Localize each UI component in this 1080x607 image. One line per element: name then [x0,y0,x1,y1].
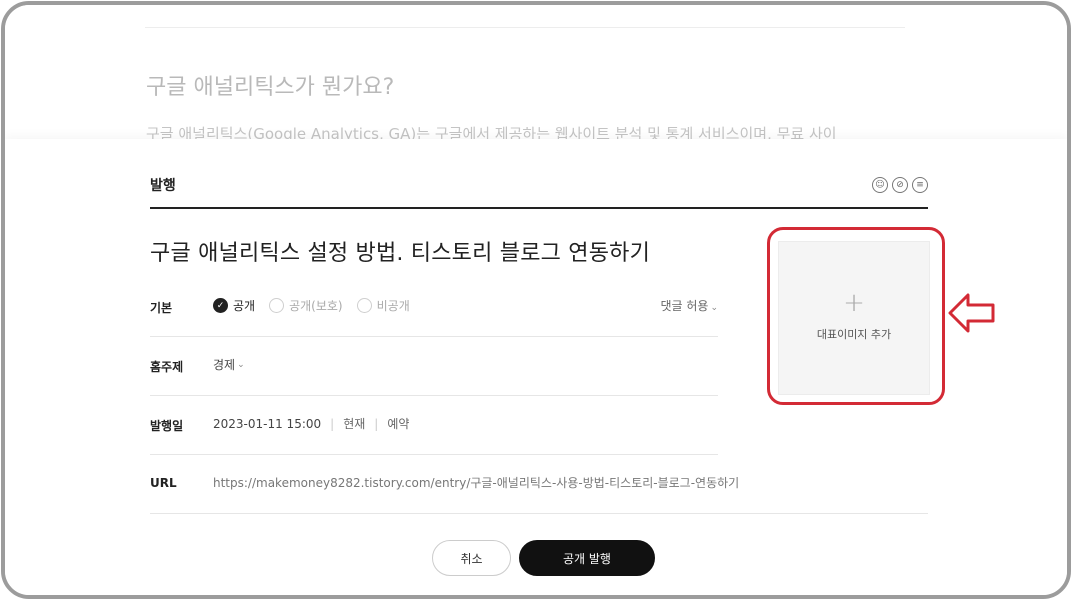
publish-date-content: 2023-01-11 15:00 | 현재 | 예약 [213,415,409,432]
radio-public[interactable]: ✓ 공개 [213,297,255,314]
comment-setting-label: 댓글 허용 [660,299,709,313]
arrow-left-icon [948,293,995,333]
header-icons: ☺ ⊘ ≡ [872,177,928,193]
schedule-button[interactable]: 예약 [387,415,409,432]
publish-date-label: 발행일 [150,419,184,433]
radio-circle-icon [356,298,372,313]
radio-private-label: 비공개 [376,299,410,313]
publish-button[interactable]: 공개 발행 [519,540,655,576]
highlight-box [767,227,945,405]
chevron-down-icon: ⌄ [710,303,718,313]
chevron-down-icon: ⌄ [237,359,245,370]
no-ads-icon[interactable]: ⊘ [892,177,908,193]
visibility-options: ✓ 공개 공개(보호) 비공개 [213,297,424,314]
category-label: 홈주제 [150,360,184,374]
visibility-row: 기본 ✓ 공개 공개(보호) 비공개 댓글 허용 ⌄ [150,278,718,337]
check-icon: ✓ [213,298,228,313]
post-title: 구글 애널리틱스 설정 방법. 티스토리 블로그 연동하기 [150,241,651,266]
category-value: 경제 [213,358,236,372]
radio-circle-icon [269,298,285,313]
category-row: 홈주제 경제 ⌄ [150,337,718,396]
radio-protected[interactable]: 공개(보호) [269,297,343,314]
comment-setting-dropdown[interactable]: 댓글 허용 ⌄ [660,297,718,314]
divider: | [374,416,379,431]
radio-private[interactable]: 비공개 [356,297,410,314]
url-value: https://makemoney8282.tistory.com/entry/… [213,476,740,490]
publish-date-row: 발행일 2023-01-11 15:00 | 현재 | 예약 [150,396,718,455]
screenshot-frame: 구글 애널리틱스가 뭔가요? 구글 애널리틱스(Google Analytics… [1,1,1071,599]
url-label: URL [150,476,177,490]
panel-header: 발행 ☺ ⊘ ≡ [150,175,928,209]
menu-circle-icon[interactable]: ≡ [912,177,928,193]
accessibility-icon[interactable]: ☺ [872,177,888,193]
article-heading: 구글 애널리틱스가 뭔가요? [146,75,395,100]
publish-panel: 발행 ☺ ⊘ ≡ 구글 애널리틱스 설정 방법. 티스토리 블로그 연동하기 기… [5,139,1067,595]
divider: | [330,416,335,431]
now-button[interactable]: 현재 [343,415,365,432]
url-row: URL https://makemoney8282.tistory.com/en… [150,455,928,514]
background-article: 구글 애널리틱스가 뭔가요? 구글 애널리틱스(Google Analytics… [5,5,1067,145]
divider [145,27,905,28]
cancel-button[interactable]: 취소 [432,540,511,576]
url-field[interactable]: https://makemoney8282.tistory.com/entry/… [213,474,739,491]
radio-protected-label: 공개(보호) [289,299,343,313]
radio-public-label: 공개 [233,299,256,313]
category-dropdown[interactable]: 경제 ⌄ [213,356,245,373]
publish-datetime: 2023-01-11 15:00 [213,416,322,431]
panel-title: 발행 [150,178,176,194]
visibility-label: 기본 [150,301,173,315]
